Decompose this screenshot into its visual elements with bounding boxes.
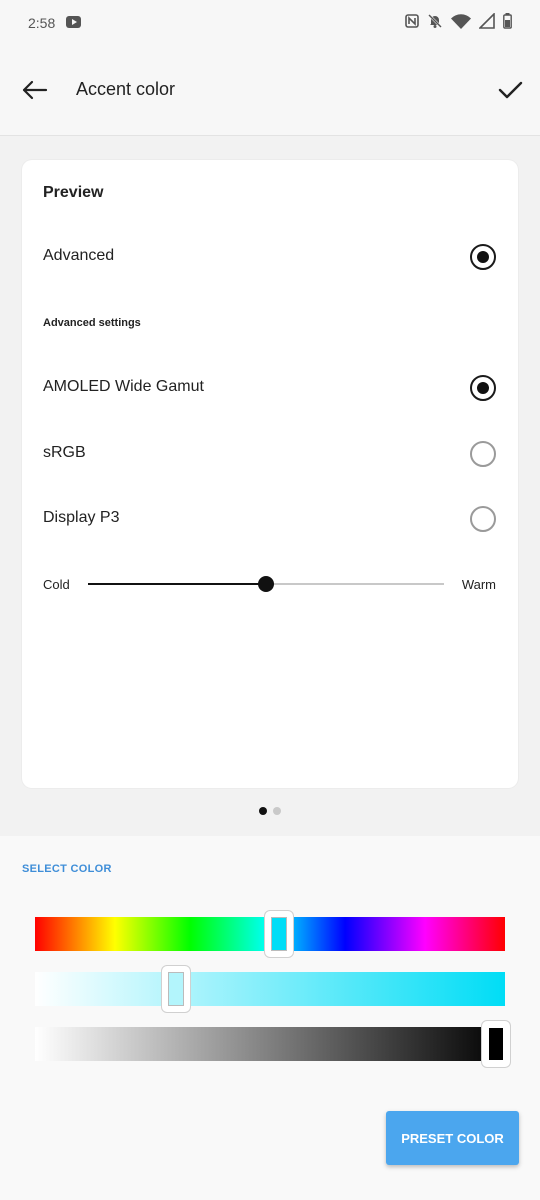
option-amoled-label[interactable]: AMOLED Wide Gamut — [43, 378, 204, 396]
page-title: Accent color — [76, 79, 176, 99]
advanced-settings-label: Advanced settings — [43, 317, 141, 329]
temperature-slider[interactable] — [88, 576, 444, 592]
wifi-icon — [451, 13, 471, 34]
preview-title: Preview — [43, 184, 104, 201]
option-display-p3-label[interactable]: Display P3 — [43, 509, 119, 527]
back-button[interactable] — [18, 74, 50, 106]
page-dot-2 — [273, 807, 281, 815]
hue-slider[interactable] — [35, 911, 505, 957]
preset-color-button[interactable]: PRESET COLOR — [386, 1111, 519, 1165]
temperature-slider-thumb[interactable] — [258, 576, 274, 592]
hue-slider-handle[interactable] — [265, 911, 294, 957]
status-icons — [405, 12, 512, 34]
arrow-left-icon — [22, 80, 48, 100]
hue-swatch — [271, 917, 288, 951]
option-srgb-label[interactable]: sRGB — [43, 444, 86, 462]
youtube-icon — [66, 16, 81, 28]
page-indicator — [0, 807, 540, 815]
warm-label: Warm — [461, 577, 496, 592]
brightness-slider-handle[interactable] — [481, 1021, 510, 1067]
status-time: 2:58 — [28, 15, 56, 31]
brightness-slider[interactable] — [35, 1021, 510, 1067]
saturation-slider[interactable] — [35, 966, 505, 1012]
battery-icon — [503, 13, 512, 34]
confirm-button[interactable] — [494, 74, 526, 106]
status-bar: 2:58 — [0, 0, 540, 46]
saturation-swatch — [168, 972, 184, 1006]
saturation-slider-handle[interactable] — [162, 966, 190, 1012]
advanced-label[interactable]: Advanced — [43, 247, 114, 265]
page-dot-1 — [259, 807, 267, 815]
advanced-radio[interactable] — [470, 244, 496, 270]
cold-label: Cold — [43, 577, 70, 592]
brightness-swatch — [487, 1027, 504, 1061]
signal-icon — [478, 12, 495, 34]
check-icon — [498, 81, 523, 99]
option-amoled-radio[interactable] — [470, 375, 496, 401]
nfc-icon — [405, 14, 419, 33]
bell-off-icon — [427, 13, 443, 34]
option-srgb-radio[interactable] — [470, 441, 496, 467]
app-bar: Accent color — [0, 46, 540, 136]
select-color-label: SELECT COLOR — [22, 863, 112, 875]
option-display-p3-radio[interactable] — [470, 506, 496, 532]
preview-card: Preview Advanced Advanced settings AMOLE… — [22, 160, 518, 788]
temperature-slider-fill — [88, 583, 266, 585]
color-picker-panel: SELECT COLOR PRESET COLOR — [0, 836, 540, 1200]
